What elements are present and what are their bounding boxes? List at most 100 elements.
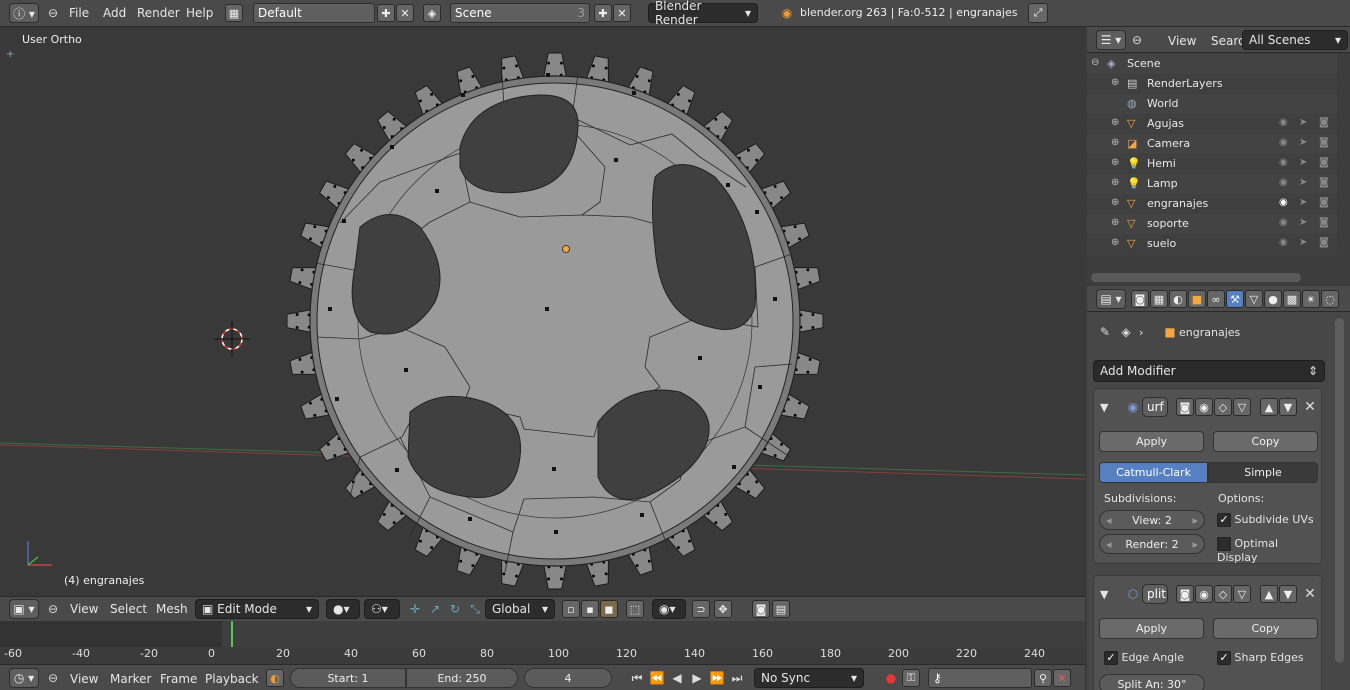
manipulator-icon[interactable]: ✛ (406, 600, 424, 618)
jump-keyframe-back-icon[interactable]: ⏪ (648, 669, 666, 687)
physics-tab-icon[interactable]: ◌ (1321, 290, 1339, 308)
layout-field[interactable]: Default (253, 3, 375, 23)
editor-type-button[interactable]: ⓘ ▾ (9, 3, 39, 23)
texture-tab-icon[interactable]: ▩ (1283, 290, 1301, 308)
eye-icon[interactable]: ◉ (1279, 237, 1288, 248)
cage-icon[interactable]: ▽ (1233, 585, 1251, 603)
expand-icon[interactable]: ⊖ (1091, 57, 1099, 68)
outliner-item-lamp[interactable]: ⊕ 💡 Lamp ◉ ➤ ◙ (1087, 174, 1337, 194)
outliner-item-engranajes[interactable]: ⊕ ▽ engranajes ◉ ➤ ◙ (1087, 194, 1337, 214)
current-frame-line[interactable] (231, 621, 233, 647)
pin-icon[interactable]: ✎ (1096, 323, 1114, 341)
apply-button[interactable]: Apply (1099, 618, 1204, 639)
menu-view[interactable]: View (1160, 34, 1204, 48)
menu-playback[interactable]: Playback (197, 672, 267, 686)
viewport-editor-type-button[interactable]: ▣ ▾ (9, 599, 39, 619)
move-up-icon[interactable]: ▲ (1260, 398, 1278, 416)
material-tab-icon[interactable]: ● (1264, 290, 1282, 308)
menu-marker[interactable]: Marker (102, 672, 159, 686)
mode-dropdown[interactable]: ▣ Edit Mode ▾ (195, 599, 319, 619)
object-tab-icon[interactable]: ■ (1188, 290, 1206, 308)
edit-mode-icon[interactable]: ◇ (1214, 585, 1232, 603)
delete-keyframe-icon[interactable]: ✕ (1053, 669, 1071, 687)
jump-end-icon[interactable]: ⏭ (728, 669, 746, 687)
gear-mesh[interactable]: + (0, 27, 1085, 596)
rotate-icon[interactable]: ↻ (446, 600, 464, 618)
checkbox-unchecked-icon[interactable] (1217, 537, 1231, 551)
cursor-icon[interactable]: ➤ (1299, 217, 1307, 228)
properties-editor[interactable]: ▤ ▾ ◙ ▦ ◐ ■ ∞ ⚒ ▽ ● ▩ ✴ ◌ ✎ ◈ › ■ engran… (1087, 286, 1350, 690)
camera-icon[interactable]: ◙ (1319, 117, 1329, 128)
menu-mesh[interactable]: Mesh (148, 602, 196, 616)
properties-editor-type-button[interactable]: ▤ ▾ (1096, 289, 1126, 309)
camera-icon[interactable]: ◙ (1319, 157, 1329, 168)
render-engine-dropdown[interactable]: Blender Render ▾ (648, 0, 758, 27)
expand-icon[interactable]: ⊕ (1111, 117, 1119, 128)
modifier-name-field[interactable]: plit (1142, 584, 1168, 604)
menu-view[interactable]: View (62, 602, 106, 616)
eye-icon[interactable]: ◉ (1279, 157, 1288, 168)
render-tab-icon[interactable]: ◙ (1131, 290, 1149, 308)
outliner-item-hemi[interactable]: ⊕ 💡 Hemi ◉ ➤ ◙ (1087, 154, 1337, 174)
data-tab-icon[interactable]: ▽ (1245, 290, 1263, 308)
outliner-item-suelo[interactable]: ⊕ ▽ suelo ◉ ➤ ◙ (1087, 234, 1337, 254)
expand-arrow-icon[interactable]: ▼ (1100, 588, 1108, 601)
view-subdivisions-field[interactable]: ◂ View: 2 ▸ (1099, 510, 1205, 530)
outliner-item-camera[interactable]: ⊕ ◪ Camera ◉ ➤ ◙ (1087, 134, 1337, 154)
timeline-editor-type-button[interactable]: ◷ ▾ (9, 668, 39, 688)
outliner[interactable]: ☰ ▾ ⊖ View Search All Scenes ▾ ⊖ ◈ Scene ⊕ ▤ R… (1087, 27, 1350, 285)
play-icon[interactable]: ▶ (688, 669, 706, 687)
scene-icon[interactable]: ◈ (423, 4, 441, 22)
expand-arrow-icon[interactable]: ▼ (1100, 401, 1108, 414)
orientation-dropdown[interactable]: Global ▾ (485, 599, 555, 619)
cursor-icon[interactable]: ➤ (1299, 157, 1307, 168)
outliner-editor-type-button[interactable]: ☰ ▾ (1096, 30, 1126, 50)
preview-range-icon[interactable]: ◐ (266, 669, 284, 687)
snap-icon[interactable]: ✥ (714, 600, 732, 618)
modifier-name-field[interactable]: urf (1142, 397, 1168, 417)
simple-tab[interactable]: Simple (1208, 462, 1318, 483)
collapse-menu-icon[interactable]: ⊖ (44, 600, 62, 618)
modifier-tab-icon[interactable]: ⚒ (1226, 290, 1244, 308)
face-select-icon[interactable]: ◼ (600, 600, 618, 618)
eye-icon[interactable]: ◉ (1279, 137, 1288, 148)
camera-icon[interactable]: ◙ (1319, 137, 1329, 148)
catmull-clark-tab[interactable]: Catmull-Clark (1099, 462, 1208, 483)
menu-help[interactable]: Help (178, 6, 221, 20)
play-reverse-icon[interactable]: ◀ (668, 669, 686, 687)
render-icon[interactable]: ◙ (752, 600, 770, 618)
outliner-item-soporte[interactable]: ⊕ ▽ soporte ◉ ➤ ◙ (1087, 214, 1337, 234)
screen-layout-icon[interactable]: ▦ (225, 4, 243, 22)
outliner-item-world[interactable]: ◍ World (1087, 94, 1337, 114)
collapse-menu-icon[interactable]: ⊖ (44, 4, 62, 22)
eye-icon[interactable]: ◉ (1279, 197, 1288, 208)
sync-dropdown[interactable]: No Sync ▾ (754, 668, 864, 688)
remove-scene-icon[interactable]: ✕ (613, 4, 631, 22)
keying-set-field[interactable]: ⚷ (928, 668, 1032, 688)
cursor-icon[interactable]: ➤ (1299, 177, 1307, 188)
expand-icon[interactable]: ⊕ (1111, 177, 1119, 188)
expand-icon[interactable]: ⊕ (1111, 137, 1119, 148)
collapse-menu-icon[interactable]: ⊖ (44, 669, 62, 687)
menu-view[interactable]: View (62, 672, 106, 686)
end-frame-field[interactable]: End: 250 (406, 668, 518, 688)
world-tab-icon[interactable]: ◐ (1169, 290, 1187, 308)
add-layout-icon[interactable]: ✚ (377, 4, 395, 22)
scale-icon[interactable]: ⤡ (466, 600, 484, 618)
apply-button[interactable]: Apply (1099, 431, 1204, 452)
camera-icon[interactable]: ◙ (1319, 237, 1329, 248)
occlude-icon[interactable]: ⬚ (626, 600, 644, 618)
properties-scrollbar[interactable] (1335, 318, 1344, 663)
render-toggle-icon[interactable]: ◙ (1176, 398, 1194, 416)
jump-start-icon[interactable]: ⏮ (628, 669, 646, 687)
visibility-eye-icon[interactable]: ◉ (1195, 398, 1213, 416)
move-down-icon[interactable]: ▼ (1279, 585, 1297, 603)
sharp-edges-checkbox[interactable]: ✓ Sharp Edges (1217, 651, 1304, 665)
3d-cursor[interactable] (214, 321, 250, 357)
expand-icon[interactable]: ⊕ (1111, 217, 1119, 228)
jump-keyframe-forward-icon[interactable]: ⏩ (708, 669, 726, 687)
expand-icon[interactable]: ⊕ (1111, 77, 1119, 88)
camera-icon[interactable]: ◙ (1319, 217, 1329, 228)
collapse-menu-icon[interactable]: ⊖ (1128, 31, 1146, 49)
copy-button[interactable]: Copy (1213, 618, 1318, 639)
